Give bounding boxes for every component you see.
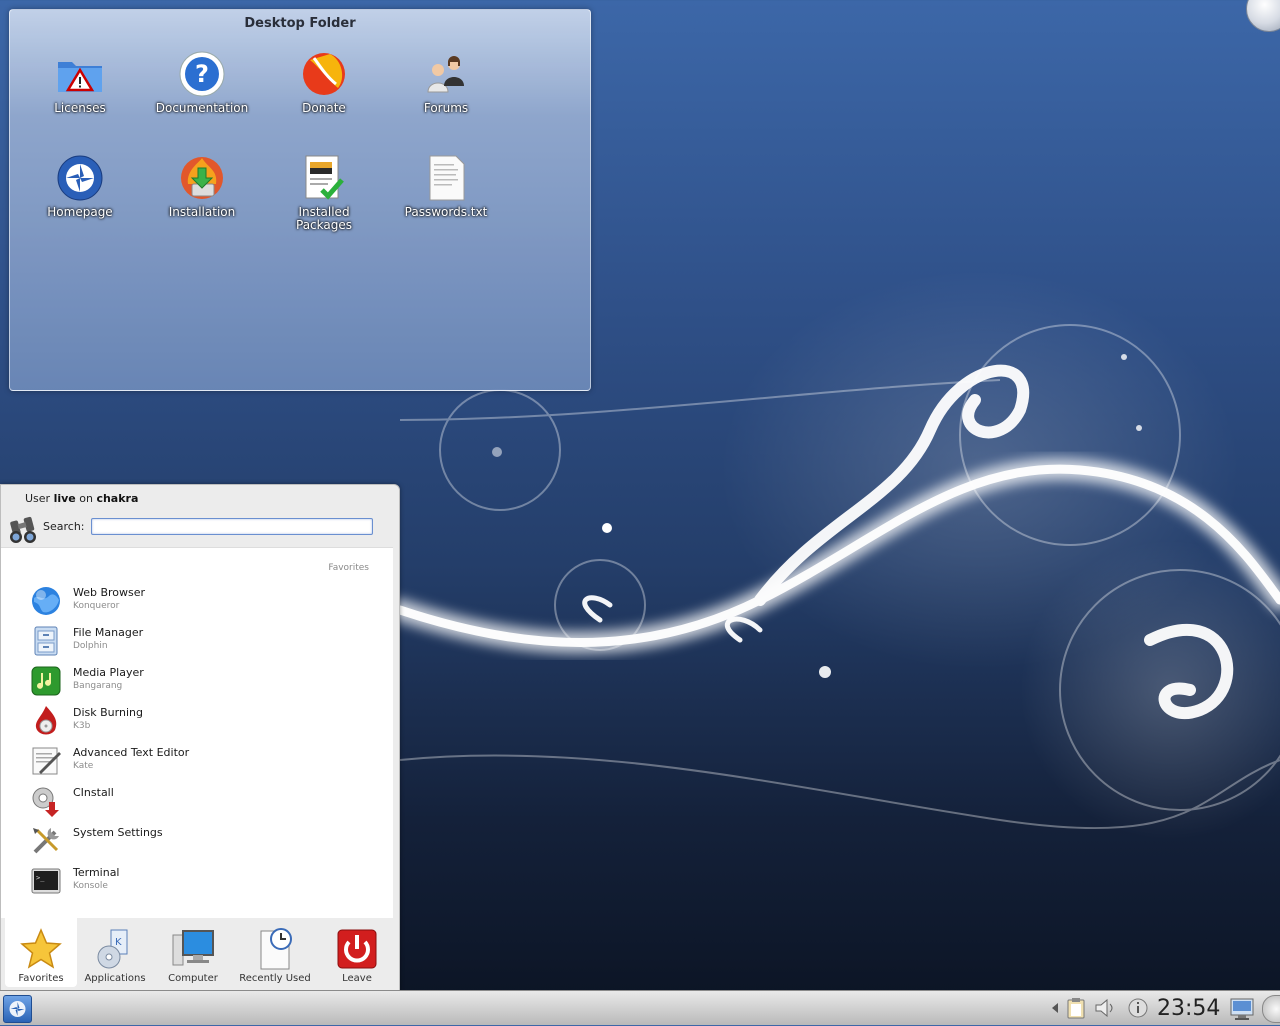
disk-burning-icon (35, 706, 57, 735)
tab-computer[interactable]: Computer (157, 917, 229, 987)
favorite-subtitle: Konqueror (73, 601, 120, 611)
tab-applications[interactable]: K Applications (79, 917, 151, 987)
favorite-subtitle: Kate (73, 761, 94, 771)
favorite-name: Terminal (73, 866, 120, 879)
svg-text:?: ? (195, 60, 209, 88)
info-icon (1128, 998, 1148, 1018)
show-desktop-icon[interactable] (1229, 997, 1255, 1021)
donate-ball-icon (303, 53, 345, 95)
user-info: User live on chakra (25, 492, 139, 505)
clock[interactable]: 23:54 (1157, 996, 1220, 1021)
desktop-icon-licenses[interactable]: Licenses (25, 50, 135, 115)
system-tray-icons (1052, 998, 1148, 1019)
favorite-name: File Manager (73, 626, 144, 639)
file-cabinet-icon (34, 626, 58, 656)
favorite-name: Advanced Text Editor (73, 746, 190, 759)
text-editor-icon (32, 747, 61, 775)
svg-text:K: K (115, 937, 122, 948)
application-launcher-button[interactable] (3, 995, 32, 1023)
favorite-item-advanced-text-editor[interactable]: Advanced Text Editor Kate (29, 742, 369, 778)
installer-icon (181, 157, 223, 199)
cinstall-icon (32, 787, 59, 817)
tab-label: Favorites (18, 973, 64, 984)
clipboard-icon (1067, 998, 1085, 1019)
desktop-icon-label: Licenses (54, 101, 106, 115)
favorites-list: Favorites Web Browser Konqueror File Man… (1, 547, 393, 918)
desktop-icon-installation[interactable]: Installation (147, 154, 257, 219)
favorites-section-header: Favorites (328, 563, 369, 573)
desktop-icon-passwords[interactable]: Passwords.txt (391, 154, 501, 219)
favorite-subtitle: Konsole (73, 881, 108, 891)
tab-leave[interactable]: Leave (321, 917, 393, 987)
favorite-name: Disk Burning (73, 706, 143, 719)
tab-label: Leave (342, 973, 372, 984)
svg-text:>_: >_ (36, 874, 45, 882)
power-icon (337, 929, 377, 969)
tab-label: Computer (168, 973, 218, 984)
tab-favorites[interactable]: Favorites (5, 917, 77, 987)
settings-tools-icon (33, 828, 59, 854)
favorite-name: Web Browser (73, 586, 146, 599)
terminal-icon: >_ (31, 868, 61, 894)
applications-icon: K (97, 929, 128, 969)
desktop-icon-donate[interactable]: Donate (269, 50, 379, 115)
host-name: chakra (96, 492, 139, 505)
tab-label: Applications (84, 973, 146, 984)
favorite-name: Media Player (73, 666, 144, 679)
favorite-subtitle: K3b (73, 721, 91, 731)
desktop-icon-label: Documentation (155, 101, 249, 115)
user-name: live (53, 492, 76, 505)
desktop-icon-label: Homepage (47, 205, 113, 219)
system-tray (1042, 995, 1152, 1021)
tab-recently-used[interactable]: Recently Used (235, 917, 315, 987)
binoculars-icon (10, 516, 36, 543)
favorite-subtitle: Dolphin (73, 641, 108, 651)
favorite-item-system-settings[interactable]: System Settings (29, 822, 369, 858)
kickoff-menu: User live on chakra Search: Favorites We… (0, 484, 400, 992)
desktop-icon-label: Donate (302, 101, 346, 115)
desktop-icon-label: Forums (423, 101, 469, 115)
favorite-item-media-player[interactable]: Media Player Bangarang (29, 662, 369, 698)
favorite-subtitle: Bangarang (73, 681, 123, 691)
computer-icon (172, 930, 214, 966)
chakra-logo-icon (57, 155, 103, 201)
star-icon (20, 928, 62, 969)
favorite-item-terminal[interactable]: >_ Terminal Konsole (29, 862, 369, 898)
search-label: Search: (43, 520, 85, 533)
tray-expander-icon (1052, 1003, 1058, 1013)
favorite-item-web-browser[interactable]: Web Browser Konqueror (29, 582, 369, 618)
media-player-icon (31, 666, 61, 696)
globe-icon (32, 587, 60, 615)
favorite-item-disk-burning[interactable]: Disk Burning K3b (29, 702, 369, 738)
favorite-item-cinstall[interactable]: CInstall (29, 782, 369, 818)
users-icon (427, 56, 464, 93)
folder-warning-icon (58, 62, 102, 92)
favorite-item-file-manager[interactable]: File Manager Dolphin (29, 622, 369, 658)
panel-toolbox-button[interactable] (1262, 995, 1280, 1023)
desktop-icon-installed-packages[interactable]: Installed Packages (269, 154, 379, 232)
taskbar-panel: 23:54 (0, 990, 1280, 1025)
favorite-name: System Settings (73, 826, 163, 839)
help-icon: ? (179, 51, 225, 97)
recent-document-icon (260, 928, 292, 970)
desktop-icon-documentation[interactable]: ? Documentation (147, 50, 257, 115)
text-file-icon (429, 155, 465, 201)
volume-icon (1095, 998, 1113, 1018)
tab-label: Recently Used (239, 973, 311, 984)
chakra-launcher-icon (9, 1001, 26, 1017)
packages-icon (305, 155, 344, 200)
search-input[interactable] (91, 518, 373, 535)
desktop-icon-forums[interactable]: Forums (391, 50, 501, 115)
desktop-icon-homepage[interactable]: Homepage (25, 154, 135, 219)
folder-title: Desktop Folder (244, 16, 356, 31)
desktop-icon-label: Installed Packages (296, 205, 352, 232)
desktop-icon-label: Installation (168, 205, 236, 219)
favorite-name: CInstall (73, 786, 114, 799)
kickoff-tabs: Favorites K Applications Computer Recent… (1, 917, 399, 991)
desktop-icon-label: Passwords.txt (404, 205, 488, 219)
desktop-folder-widget: Desktop Folder Licenses ? Documentation … (9, 9, 591, 391)
